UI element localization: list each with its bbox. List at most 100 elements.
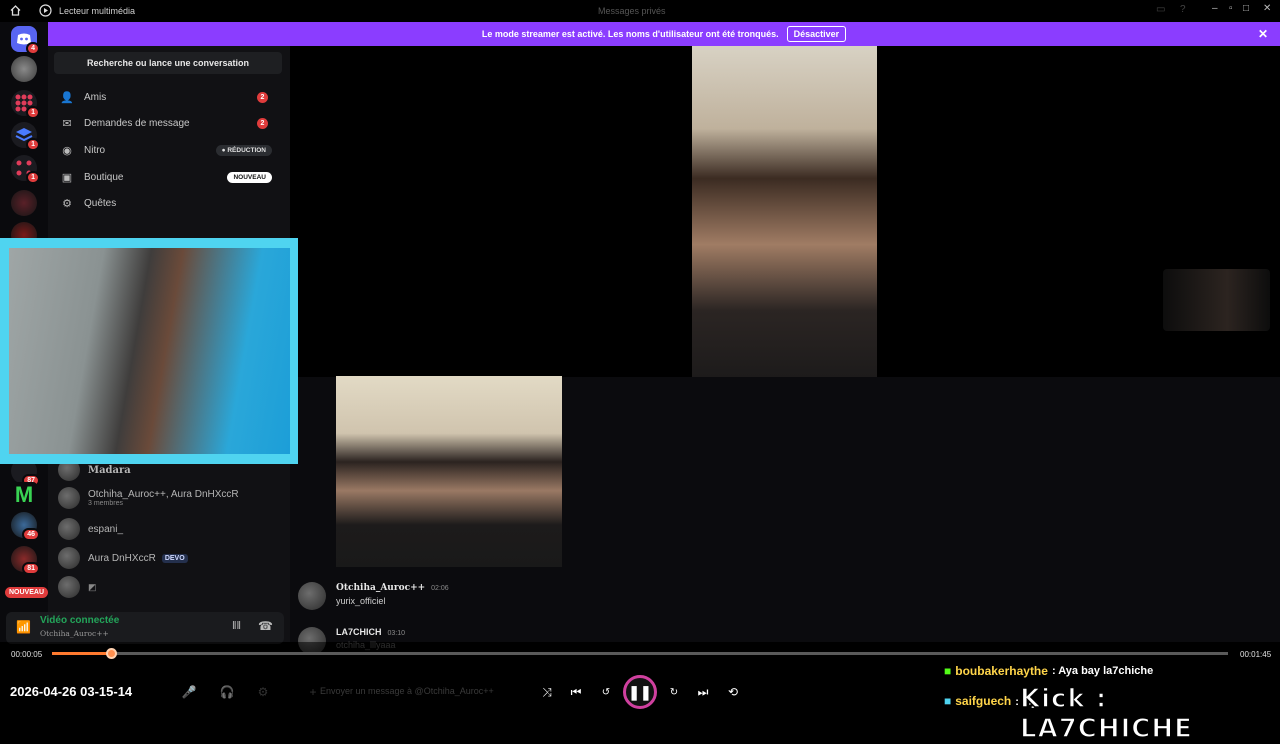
- avatar: [58, 547, 80, 569]
- server-badge: 1: [26, 171, 40, 184]
- rewind-10-icon[interactable]: ↺: [597, 683, 615, 701]
- previous-icon[interactable]: ⏮: [567, 683, 585, 701]
- forward-30-icon[interactable]: ↻: [665, 683, 683, 701]
- help-icon[interactable]: ?: [1180, 4, 1186, 15]
- dm-name: Madara: [88, 464, 131, 476]
- participant-video-tile[interactable]: [336, 376, 562, 567]
- headset-icon[interactable]: 🎧: [218, 683, 236, 701]
- message-time: 02:06: [431, 585, 449, 592]
- nav-label: Nitro: [84, 144, 106, 156]
- restore-icon[interactable]: ▫: [1229, 3, 1233, 14]
- app-title: Lecteur multimédia: [59, 6, 136, 16]
- mic-icon[interactable]: 🎤: [180, 683, 198, 701]
- nav-friends[interactable]: 👤 Amis 2: [56, 86, 282, 108]
- elapsed-time: 00:00:05: [11, 650, 43, 659]
- video-icon: ◩: [88, 581, 97, 592]
- voice-connected-panel: 📶 Vidéo connectée Otchiha_Auroc++ ‖‖ ☎: [6, 612, 284, 644]
- dm-item[interactable]: Aura DnHXccR DEVO: [58, 544, 284, 572]
- nav-nitro[interactable]: ◉ Nitro ● RÉDUCTION: [56, 139, 282, 161]
- voice-status: Vidéo connectée: [40, 615, 120, 626]
- participant-video-tile[interactable]: [692, 46, 877, 377]
- avatar: [58, 487, 80, 509]
- avatar: [298, 582, 326, 610]
- minimize-icon[interactable]: –: [1212, 3, 1218, 14]
- nav-label: Quêtes: [84, 197, 117, 209]
- server-badge: 1: [26, 138, 40, 151]
- server-dice-icon[interactable]: 1: [11, 155, 40, 184]
- dm-name: espani_: [88, 523, 124, 535]
- repeat-icon[interactable]: ⟲: [724, 683, 742, 701]
- composer-placeholder: Envoyer un message à @Otchiha_Auroc++: [320, 686, 494, 696]
- nav-shop[interactable]: ▣ Boutique NOUVEAU: [56, 166, 282, 188]
- nav-label: Boutique: [84, 171, 124, 183]
- media-player-icon: [39, 4, 52, 17]
- recording-timestamp: 2026-04-26 03-15-14: [10, 684, 133, 699]
- kick-channel-label: Kick : LA7CHICHE: [1019, 683, 1193, 744]
- discount-label: RÉDUCTION: [227, 146, 266, 154]
- quests-icon: ⚙: [62, 197, 72, 210]
- dm-item[interactable]: Otchiha_Auroc++, Aura DnHXccR 3 membres: [58, 484, 284, 512]
- chat-text: : Aya bay la7chiche: [1051, 665, 1154, 677]
- close-icon[interactable]: ✕: [1263, 3, 1271, 14]
- server-dice-icon[interactable]: 1: [11, 90, 40, 119]
- mod-badge-icon: ■: [944, 694, 952, 708]
- voice-channel: Otchiha_Auroc++: [40, 629, 109, 638]
- count-badge: 2: [257, 91, 268, 103]
- server-avatar[interactable]: 81: [11, 546, 40, 575]
- dm-item[interactable]: ◩: [58, 573, 284, 601]
- chat-user: saifguech: [955, 694, 1012, 708]
- nav-label: Amis: [84, 91, 107, 103]
- dm-item[interactable]: espani_: [58, 515, 284, 543]
- server-avatar[interactable]: [11, 56, 37, 82]
- nav-label: Demandes de message: [84, 117, 190, 129]
- disable-streamer-button[interactable]: Désactiver: [786, 26, 847, 42]
- count-badge: 2: [257, 117, 268, 129]
- settings-icon[interactable]: ⚙: [254, 683, 272, 701]
- total-time: 00:01:45: [1240, 650, 1272, 659]
- server-badge: 81: [22, 562, 40, 575]
- banner-text: Le mode streamer est activé. Les noms d'…: [481, 29, 779, 39]
- dm-name: Aura DnHXccR: [88, 552, 156, 564]
- message-author: LA7CHICH: [336, 627, 382, 637]
- kick-badge-icon: ■: [944, 664, 952, 678]
- title-bar: Lecteur multimédia Messages privés ▭ ? –…: [0, 0, 1280, 22]
- discount-pill: ● RÉDUCTION: [215, 144, 272, 156]
- search-conversation-button[interactable]: Recherche ou lance une conversation: [54, 52, 282, 74]
- noise-suppression-icon[interactable]: ‖‖: [232, 620, 241, 632]
- inbox-icon[interactable]: ▭: [1156, 4, 1165, 15]
- seek-bar[interactable]: [52, 652, 1228, 655]
- message-author: Otchiha_Auroc++: [336, 583, 426, 593]
- self-video-tile[interactable]: [1163, 269, 1270, 331]
- next-icon[interactable]: ⏭: [694, 683, 712, 701]
- seek-handle[interactable]: [106, 648, 117, 659]
- server-m-icon[interactable]: M: [11, 482, 37, 508]
- nav-quests[interactable]: ⚙ Quêtes: [56, 192, 282, 214]
- add-attachment-icon[interactable]: +: [304, 683, 322, 701]
- home-icon[interactable]: [9, 4, 22, 17]
- message-time: 03:10: [387, 630, 406, 637]
- server-badge: 1: [26, 106, 40, 119]
- chat-message: Otchiha_Auroc++ 02:06 yurix_officiel: [298, 582, 449, 610]
- server-layers-icon[interactable]: 1: [11, 122, 40, 151]
- nav-message-requests[interactable]: ✉ Demandes de message 2: [56, 112, 282, 134]
- nitro-icon: ◉: [62, 144, 72, 157]
- disconnect-icon[interactable]: ☎: [258, 619, 273, 633]
- signal-icon: 📶: [16, 620, 31, 634]
- shuffle-icon[interactable]: ⤨: [538, 683, 556, 701]
- shop-icon: ▣: [61, 171, 73, 184]
- maximize-icon[interactable]: □: [1243, 3, 1249, 14]
- window-center-title: Messages privés: [598, 6, 666, 16]
- server-badge: 4: [26, 42, 40, 55]
- server-badge: 46: [22, 528, 40, 541]
- friends-icon: 👤: [60, 91, 74, 104]
- server-avatar[interactable]: [11, 190, 37, 216]
- avatar: [58, 576, 80, 598]
- mail-icon: ✉: [62, 117, 72, 130]
- message-text: yurix_officiel: [336, 596, 386, 606]
- new-badge: NOUVEAU: [5, 587, 49, 598]
- avatar: [58, 518, 80, 540]
- pause-button[interactable]: ❚❚: [623, 675, 657, 709]
- discord-home-icon[interactable]: 4: [11, 26, 40, 55]
- close-banner-icon[interactable]: ✕: [1258, 27, 1268, 41]
- server-avatar[interactable]: 46: [11, 512, 40, 541]
